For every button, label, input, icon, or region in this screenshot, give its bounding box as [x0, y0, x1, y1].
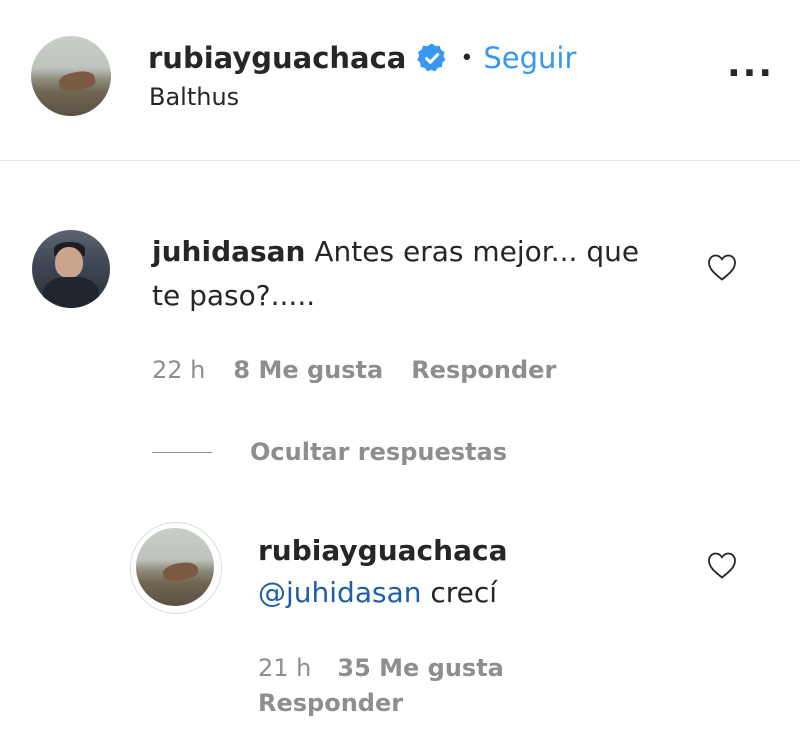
commenter-avatar[interactable]	[32, 230, 110, 308]
comment-reply-button[interactable]: Responder	[411, 356, 556, 384]
reply-author-avatar[interactable]	[136, 528, 214, 606]
reply-reply-button[interactable]: Responder	[258, 689, 403, 717]
heart-outline-icon[interactable]	[706, 550, 738, 584]
avatar-figure	[161, 559, 200, 584]
reply-author-username[interactable]: rubiayguachaca	[258, 534, 507, 567]
post-header-row: rubiayguachaca • Seguir	[148, 38, 576, 78]
follow-button[interactable]: Seguir	[483, 41, 576, 75]
post-author-avatar[interactable]	[31, 36, 111, 116]
hide-replies-line	[152, 451, 212, 453]
reply-time[interactable]: 21 h	[258, 654, 311, 682]
more-options-icon[interactable]: ...	[727, 47, 774, 83]
comment-text-line2: te paso?.....	[152, 279, 316, 312]
post-location[interactable]: Balthus	[149, 83, 239, 111]
comment-meta: 22 h 8 Me gusta Responder	[152, 356, 556, 384]
hide-replies-toggle[interactable]: Ocultar respuestas	[152, 438, 507, 466]
comment-body: juhidasan Antes eras mejor... que te pas…	[152, 230, 672, 318]
avatar-figure	[57, 68, 97, 94]
comment-text-line1: Antes eras mejor... que	[314, 235, 640, 268]
reply-text: crecí	[430, 576, 498, 609]
post-author-username[interactable]: rubiayguachaca	[148, 41, 406, 75]
reply-likes[interactable]: 35 Me gusta	[337, 654, 504, 682]
commenter-username[interactable]: juhidasan	[152, 235, 306, 268]
reply-mention-link[interactable]: @juhidasan	[258, 576, 421, 609]
header-separator: •	[460, 45, 474, 71]
heart-outline-icon[interactable]	[706, 252, 738, 286]
verified-badge-icon	[416, 42, 448, 74]
hide-replies-label: Ocultar respuestas	[250, 438, 507, 466]
reply-meta: 21 h 35 Me gusta	[258, 654, 504, 682]
reply-body: @juhidasan crecí	[258, 576, 497, 609]
comment-time[interactable]: 22 h	[152, 356, 205, 384]
header-divider	[0, 160, 800, 161]
comment-likes[interactable]: 8 Me gusta	[233, 356, 383, 384]
